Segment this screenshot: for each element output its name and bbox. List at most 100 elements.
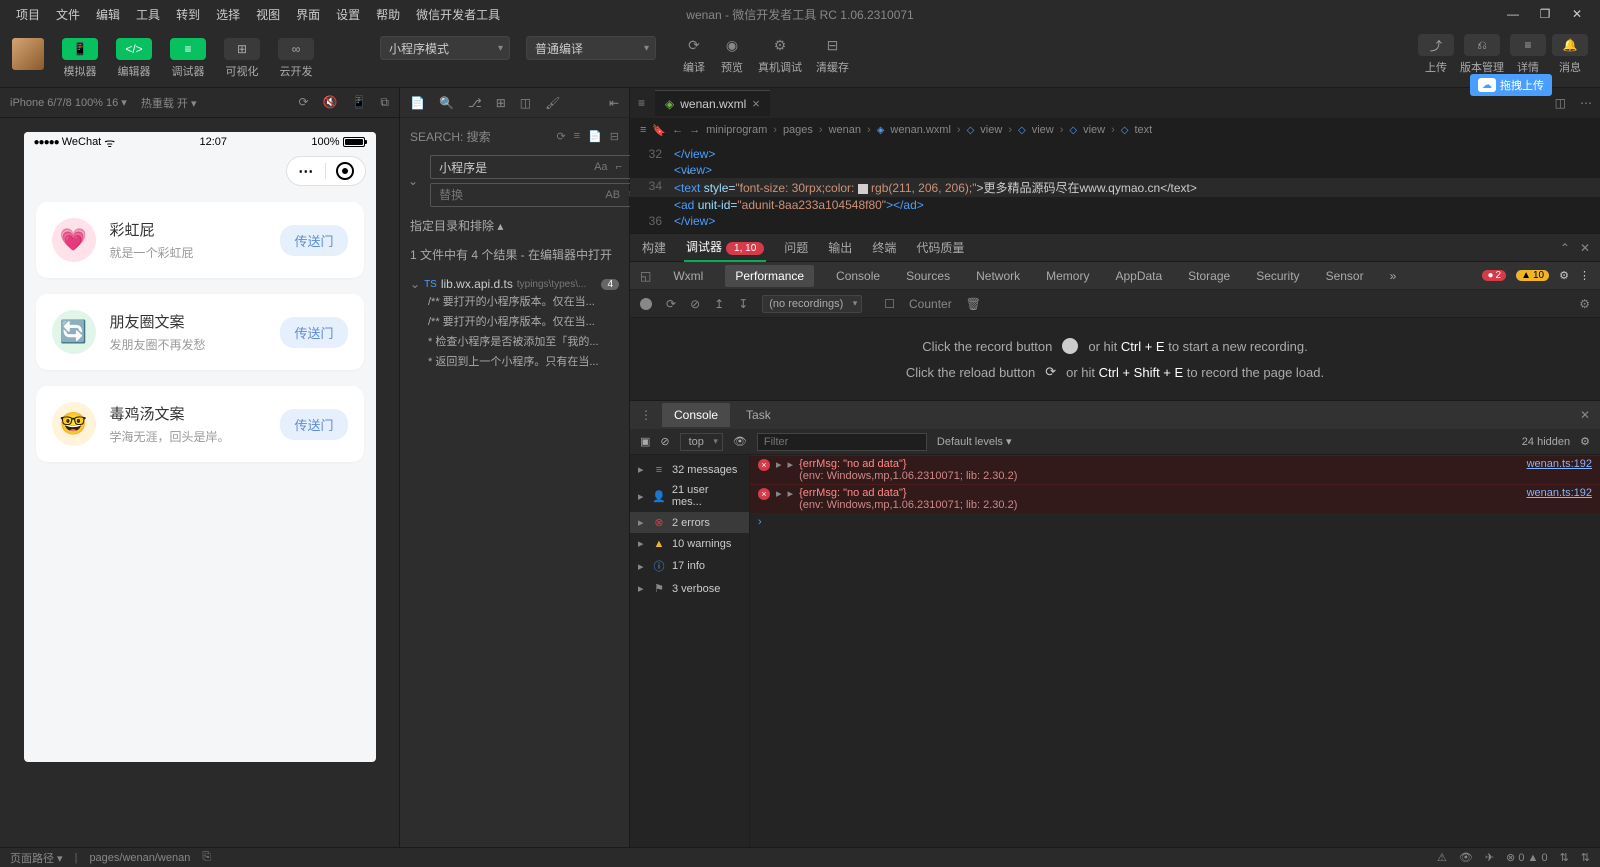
- side-warnings[interactable]: ▸▲10 warnings: [630, 533, 749, 554]
- subtab-sources[interactable]: Sources: [902, 263, 954, 289]
- subtab-security[interactable]: Security: [1252, 263, 1303, 289]
- subtab-appdata[interactable]: AppData: [1111, 263, 1166, 289]
- mode-select[interactable]: 小程序模式: [380, 36, 510, 60]
- split-icon[interactable]: ◫: [1555, 96, 1566, 110]
- panel-close-icon[interactable]: ✕: [1580, 241, 1590, 255]
- search-hit[interactable]: * 检查小程序是否被添加至「我的...: [410, 331, 619, 351]
- status-signal-icon[interactable]: ⇅: [1581, 851, 1590, 864]
- vdots-icon[interactable]: ⋮: [1579, 269, 1590, 282]
- refresh-icon[interactable]: ⟳: [298, 95, 308, 110]
- tab-output[interactable]: 输出: [826, 234, 854, 261]
- menu-project[interactable]: 项目: [8, 2, 48, 27]
- console-tab[interactable]: Console: [662, 403, 730, 427]
- fold-icon[interactable]: ⌄: [684, 163, 694, 177]
- eye-icon[interactable]: 👁: [733, 435, 747, 448]
- inspect-icon[interactable]: ◱: [640, 269, 651, 283]
- subtab-sensor[interactable]: Sensor: [1322, 263, 1368, 289]
- capsule-menu-icon[interactable]: ⋯: [287, 162, 326, 180]
- nav-fwd-icon[interactable]: →: [689, 124, 700, 136]
- bookmark-icon[interactable]: 🔖: [652, 124, 666, 137]
- maximize-icon[interactable]: ❐: [1538, 7, 1552, 21]
- clear-icon[interactable]: ⊘: [690, 297, 700, 311]
- scope-toggle[interactable]: 指定目录和排除 ▴: [410, 217, 503, 234]
- sidebar-toggle-icon[interactable]: ▣: [640, 435, 650, 448]
- explorer-icon[interactable]: 📄: [410, 96, 425, 110]
- details-button[interactable]: ≡详情: [1510, 34, 1546, 75]
- nav-back-icon[interactable]: ←: [672, 124, 683, 136]
- rotate-icon[interactable]: 📱: [351, 95, 366, 110]
- record-icon[interactable]: [640, 298, 652, 310]
- visualize-button[interactable]: ⊞可视化: [218, 34, 266, 83]
- side-info[interactable]: ▸ⓘ17 info: [630, 554, 749, 578]
- compile-button[interactable]: ⟳编译: [682, 34, 706, 75]
- subtab-storage[interactable]: Storage: [1184, 263, 1234, 289]
- error-badge[interactable]: ● 2: [1482, 270, 1506, 281]
- version-button[interactable]: ⎌版本管理: [1460, 34, 1504, 75]
- log-error-1[interactable]: × ▸▸ {errMsg: "no ad data"} (env: Window…: [750, 484, 1600, 513]
- levels-select[interactable]: Default levels ▾: [937, 435, 1012, 448]
- page-path[interactable]: pages/wenan/wenan: [89, 852, 190, 864]
- sound-icon[interactable]: 🔇: [323, 95, 338, 110]
- warning-badge[interactable]: ▲ 10: [1516, 270, 1549, 281]
- compile-select[interactable]: 普通编译: [526, 36, 656, 60]
- clear-console-icon[interactable]: ⊘: [660, 435, 669, 448]
- card-rainbow[interactable]: 💗 彩虹屁就是一个彩虹屁 传送门: [36, 202, 364, 278]
- settings-gear-icon[interactable]: ⚙: [1579, 297, 1590, 311]
- cloud-dev-button[interactable]: ∞云开发: [272, 34, 320, 83]
- side-verbose[interactable]: ▸⚑3 verbose: [630, 578, 749, 599]
- close-icon[interactable]: ✕: [1570, 7, 1584, 21]
- tab-debugger[interactable]: 调试器1, 10: [684, 233, 766, 262]
- filter-input[interactable]: [757, 433, 927, 451]
- capsule-button[interactable]: ⋯: [286, 156, 366, 186]
- chevron-up-icon[interactable]: ⌃: [1560, 241, 1570, 255]
- console-prompt[interactable]: ›: [750, 513, 1600, 531]
- code-editor[interactable]: 32</view> ⌄<view> 34<text style="font-si…: [630, 142, 1600, 233]
- reload-icon[interactable]: ⟳: [666, 297, 676, 311]
- counter-toggle[interactable]: Counter: [909, 297, 952, 311]
- result-file[interactable]: ⌄ TS lib.wx.api.d.ts typings\types\... 4: [410, 277, 619, 291]
- hidden-count[interactable]: 24 hidden: [1522, 436, 1570, 448]
- ext2-icon[interactable]: ◫: [520, 96, 531, 110]
- drag-upload-float[interactable]: ☁拖拽上传: [1470, 74, 1552, 96]
- subtab-wxml[interactable]: Wxml: [669, 263, 707, 289]
- side-messages[interactable]: ▸≡32 messages: [630, 459, 749, 480]
- list-icon[interactable]: ≡: [640, 124, 646, 136]
- editor-breadcrumb[interactable]: ≡ 🔖 ← → miniprogram› pages› wenan› ◈wena…: [630, 118, 1600, 142]
- collapse-icon[interactable]: ⊟: [610, 130, 619, 143]
- device-select[interactable]: iPhone 6/7/8 100% 16 ▾: [10, 96, 127, 109]
- status-warn-icon[interactable]: ⚠: [1437, 851, 1447, 864]
- recordings-select[interactable]: (no recordings): [762, 295, 862, 313]
- more-icon[interactable]: ⋯: [1580, 96, 1592, 110]
- subtab-performance[interactable]: Performance: [725, 265, 814, 287]
- tab-terminal[interactable]: 终端: [870, 234, 898, 261]
- tab-quality[interactable]: 代码质量: [914, 234, 966, 261]
- card-btn-0[interactable]: 传送门: [280, 225, 347, 256]
- menu-view[interactable]: 视图: [248, 2, 288, 27]
- search-input[interactable]: [439, 160, 594, 174]
- status-errors[interactable]: ⊗ 0 ▲ 0: [1506, 851, 1548, 864]
- tab-icon[interactable]: ≡: [638, 96, 645, 110]
- expand-icon[interactable]: ⇤: [609, 96, 619, 110]
- card-btn-1[interactable]: 传送门: [280, 317, 347, 348]
- tab-problems[interactable]: 问题: [782, 234, 810, 261]
- new-file-icon[interactable]: 📄: [588, 130, 602, 143]
- subtab-network[interactable]: Network: [972, 263, 1024, 289]
- log-source-link[interactable]: wenan.ts:192: [1527, 487, 1592, 499]
- branch-icon[interactable]: ⎇: [468, 96, 482, 110]
- search-icon[interactable]: 🔍: [439, 96, 454, 110]
- menu-settings[interactable]: 设置: [328, 2, 368, 27]
- upload-icon[interactable]: ↥: [714, 297, 724, 311]
- card-poison[interactable]: 🤓 毒鸡汤文案学海无涯，回头是岸。 传送门: [36, 386, 364, 462]
- refresh-search-icon[interactable]: ⟳: [556, 130, 565, 143]
- console-log[interactable]: × ▸▸ {errMsg: "no ad data"} (env: Window…: [750, 455, 1600, 847]
- preview-button[interactable]: ◉预览: [720, 34, 744, 75]
- menu-tools[interactable]: 工具: [128, 2, 168, 27]
- delete-icon[interactable]: 🗑: [966, 297, 981, 311]
- replace-input[interactable]: [439, 188, 605, 202]
- iphone-screen[interactable]: ●●●●● WeChat ᯤ 12:07 100% ⋯ 💗 彩虹屁就是一个彩虹屁: [24, 132, 376, 762]
- paint-icon[interactable]: 🖌: [545, 96, 560, 110]
- search-hit[interactable]: /** 要打开的小程序版本。仅在当...: [410, 291, 619, 311]
- side-user[interactable]: ▸👤21 user mes...: [630, 480, 749, 512]
- capsule-close-icon[interactable]: [326, 162, 365, 180]
- case-icon[interactable]: Aa: [594, 161, 607, 173]
